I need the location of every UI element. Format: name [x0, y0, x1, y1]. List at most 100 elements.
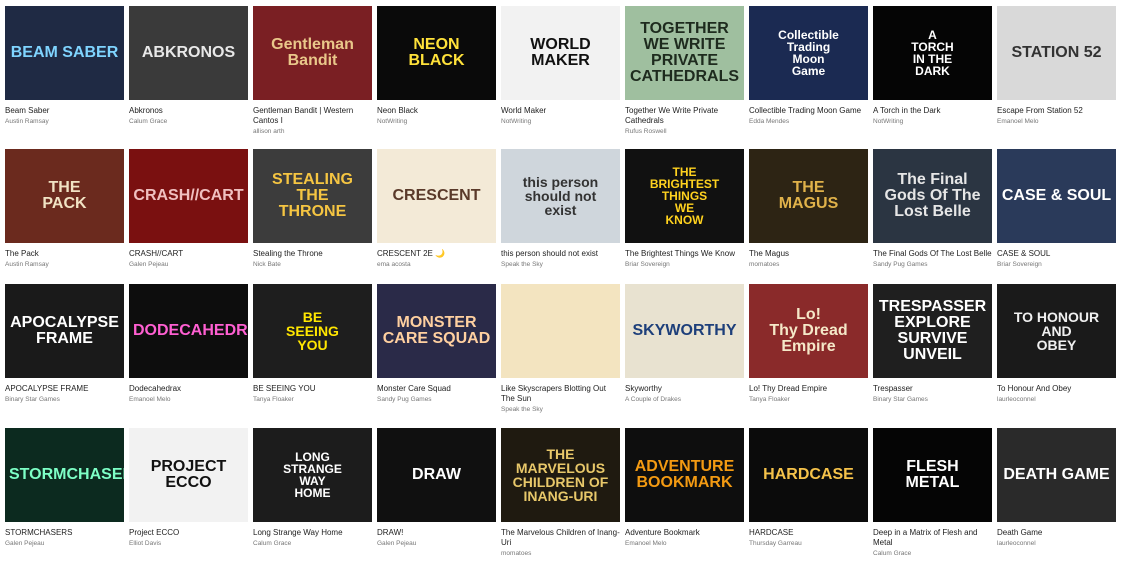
game-title-link[interactable]: Trespasser [873, 384, 992, 394]
game-cover-image[interactable]: MONSTER CARE SQUAD [377, 284, 496, 378]
game-author-link[interactable]: Sandy Pug Games [873, 260, 992, 269]
game-cover-image[interactable]: Gentleman Bandit [253, 6, 372, 100]
game-card[interactable]: STORMCHASERSSTORMCHASERSGalen Pejeau [5, 428, 124, 568]
game-title-link[interactable]: Dodecahedrax [129, 384, 248, 394]
game-author-link[interactable]: laurleoconnel [997, 395, 1116, 404]
game-title-link[interactable]: Deep in a Matrix of Flesh and Metal [873, 528, 992, 548]
game-author-link[interactable]: Speak the Sky [501, 260, 620, 269]
game-card[interactable]: BE SEEING YOU BE SEEING YOU Tanya Floaker [253, 284, 372, 428]
game-card[interactable]: WORLD MAKER World Maker NotWriting [501, 6, 620, 149]
game-card[interactable]: this person should not exist this person … [501, 149, 620, 284]
game-cover-image[interactable]: BEAM SABER [5, 6, 124, 100]
game-card[interactable]: NEON BLACK Neon Black NotWriting [377, 6, 496, 149]
game-cover-image[interactable]: DODECAHEDRAX [129, 284, 248, 378]
game-author-link[interactable]: momatoes [501, 549, 620, 558]
game-cover-image[interactable]: ADVENTURE BOOKMARK [625, 428, 744, 522]
game-card[interactable]: Collectible Trading Moon Game Collectible… [749, 6, 868, 149]
game-author-link[interactable]: Emanoel Melo [625, 539, 744, 548]
game-author-link[interactable]: Elliot Davis [129, 539, 248, 548]
game-title-link[interactable]: Abkronos [129, 106, 248, 116]
game-title-link[interactable]: Lo! Thy Dread Empire [749, 384, 868, 394]
game-card[interactable]: PROJECT ECCO Project ECCO Elliot Davis [129, 428, 248, 568]
game-card[interactable]: CASE & SOUL CASE & SOUL Briar Sovereign [997, 149, 1116, 284]
game-card[interactable]: ADVENTURE BOOKMARK Adventure Bookmark Eman… [625, 428, 744, 568]
game-title-link[interactable]: World Maker [501, 106, 620, 116]
game-cover-image[interactable]: this person should not exist [501, 149, 620, 243]
game-title-link[interactable]: CRASH//CART [129, 249, 248, 259]
game-title-link[interactable]: Stealing the Throne [253, 249, 372, 259]
game-cover-image[interactable]: The Final Gods Of The Lost Belle [873, 149, 992, 243]
game-cover-image[interactable]: DEATH GAME [997, 428, 1116, 522]
game-title-link[interactable]: DRAW! [377, 528, 496, 538]
game-author-link[interactable]: NotWriting [377, 117, 496, 126]
game-author-link[interactable]: Binary Star Games [873, 395, 992, 404]
game-cover-image[interactable]: LONG STRANGE WAY HOME [253, 428, 372, 522]
game-title-link[interactable]: A Torch in the Dark [873, 106, 992, 116]
game-card[interactable]: HARDCASE HARDCASE Thursday Garreau [749, 428, 868, 568]
game-author-link[interactable]: Thursday Garreau [749, 539, 868, 548]
game-title-link[interactable]: Escape From Station 52 [997, 106, 1116, 116]
game-card[interactable]: CRASH//CART CRASH//CART Galen Pejeau [129, 149, 248, 284]
game-author-link[interactable]: NotWriting [873, 117, 992, 126]
game-cover-image[interactable]: FLESH METAL [873, 428, 992, 522]
game-author-link[interactable]: Rufus Roswell [625, 127, 744, 136]
game-title-link[interactable]: BE SEEING YOU [253, 384, 372, 394]
game-card[interactable]: LONG STRANGE WAY HOME Long Strange Way Ho… [253, 428, 372, 568]
game-title-link[interactable]: Neon Black [377, 106, 496, 116]
game-title-link[interactable]: Skyworthy [625, 384, 744, 394]
game-author-link[interactable]: Calum Grace [253, 539, 372, 548]
game-title-link[interactable]: Long Strange Way Home [253, 528, 372, 538]
game-title-link[interactable]: The Marvelous Children of Inang-Uri [501, 528, 620, 548]
game-title-link[interactable]: The Brightest Things We Know [625, 249, 744, 259]
game-cover-image[interactable]: Lo! Thy Dread Empire [749, 284, 868, 378]
game-title-link[interactable]: The Pack [5, 249, 124, 259]
game-card[interactable]: STEALING THE THRONE Stealing the Throne Ni… [253, 149, 372, 284]
game-cover-image[interactable]: CASE & SOUL [997, 149, 1116, 243]
game-author-link[interactable]: Tanya Floaker [253, 395, 372, 404]
game-cover-image[interactable]: A TORCH IN THE DARK [873, 6, 992, 100]
game-card[interactable]: TO HONOUR AND OBEY To Honour And Obey laur… [997, 284, 1116, 428]
game-card[interactable]: TOGETHER WE WRITE PRIVATE CATHEDRALS Toge… [625, 6, 744, 149]
game-cover-image[interactable]: THE PACK [5, 149, 124, 243]
game-cover-image[interactable]: STEALING THE THRONE [253, 149, 372, 243]
game-cover-image[interactable]: PROJECT ECCO [129, 428, 248, 522]
game-card[interactable]: THE MARVELOUS CHILDREN OF INANG-URI The M… [501, 428, 620, 568]
game-card[interactable]: DRAW DRAW! Galen Pejeau [377, 428, 496, 568]
game-card[interactable]: CRESCENT CRESCENT 2E 🌙 ema acosta [377, 149, 496, 284]
game-card[interactable]: MONSTER CARE SQUAD Monster Care Squad Sand… [377, 284, 496, 428]
game-card[interactable]: SKYWORTHY Skyworthy A Couple of Drakes [625, 284, 744, 428]
game-cover-image[interactable]: WORLD MAKER [501, 6, 620, 100]
game-card[interactable]: Like Skyscrapers Blotting Out The Sun Spe… [501, 284, 620, 428]
game-title-link[interactable]: HARDCASE [749, 528, 868, 538]
game-card[interactable]: THE BRIGHTEST THINGS WE KNOW The Brightes… [625, 149, 744, 284]
game-title-link[interactable]: Project ECCO [129, 528, 248, 538]
game-cover-image[interactable]: STATION 52 [997, 6, 1116, 100]
game-author-link[interactable]: Austin Ramsay [5, 260, 124, 269]
game-title-link[interactable]: CRESCENT 2E 🌙 [377, 249, 496, 259]
game-author-link[interactable]: Nick Bate [253, 260, 372, 269]
game-title-link[interactable]: Collectible Trading Moon Game [749, 106, 868, 116]
game-cover-image[interactable]: HARDCASE [749, 428, 868, 522]
game-card[interactable]: APOCALYPSE FRAME APOCALYPSE FRAME Binary S… [5, 284, 124, 428]
game-card[interactable]: TRESPASSER EXPLORE SURVIVE UNVEIL Trespas… [873, 284, 992, 428]
game-author-link[interactable]: ema acosta [377, 260, 496, 269]
game-card[interactable]: BEAM SABER Beam Saber Austin Ramsay [5, 6, 124, 149]
game-card[interactable]: The Final Gods Of The Lost Belle The Fina… [873, 149, 992, 284]
game-title-link[interactable]: Like Skyscrapers Blotting Out The Sun [501, 384, 620, 404]
game-cover-image[interactable]: TO HONOUR AND OBEY [997, 284, 1116, 378]
game-author-link[interactable]: Tanya Floaker [749, 395, 868, 404]
game-author-link[interactable]: Galen Pejeau [129, 260, 248, 269]
game-title-link[interactable]: The Final Gods Of The Lost Belle [873, 249, 992, 259]
game-title-link[interactable]: this person should not exist [501, 249, 620, 259]
game-title-link[interactable]: The Magus [749, 249, 868, 259]
game-card[interactable]: STATION 52 Escape From Station 52 Emanoel … [997, 6, 1116, 149]
game-cover-image[interactable]: SKYWORTHY [625, 284, 744, 378]
game-title-link[interactable]: Beam Saber [5, 106, 124, 116]
game-title-link[interactable]: Together We Write Private Cathedrals [625, 106, 744, 126]
game-author-link[interactable]: Austin Ramsay [5, 117, 124, 126]
game-title-link[interactable]: CASE & SOUL [997, 249, 1116, 259]
game-author-link[interactable]: Galen Pejeau [5, 539, 124, 548]
game-cover-image[interactable]: BE SEEING YOU [253, 284, 372, 378]
game-title-link[interactable]: Adventure Bookmark [625, 528, 744, 538]
game-cover-image[interactable]: NEON BLACK [377, 6, 496, 100]
